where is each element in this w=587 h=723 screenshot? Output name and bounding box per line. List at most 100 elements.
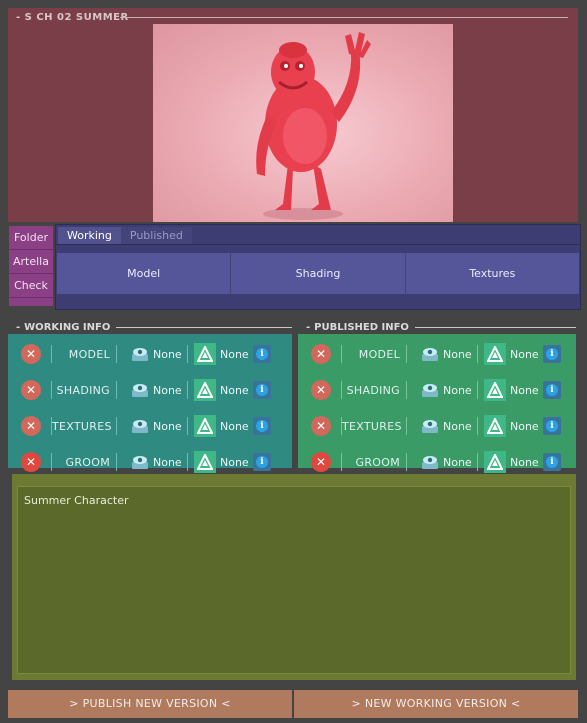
artella-icon[interactable] xyxy=(194,379,216,401)
close-icon[interactable]: ✕ xyxy=(311,452,331,472)
row-label: SHADING xyxy=(346,383,400,397)
artella-value: None xyxy=(510,419,539,433)
eye-icon[interactable] xyxy=(131,454,149,470)
category-button-row: Model Shading Textures xyxy=(57,253,579,294)
artella-icon[interactable] xyxy=(484,343,506,365)
working-info-panel: - WORKING INFO ✕ MODEL None None i ✕ SHADING No… xyxy=(8,320,292,473)
row-label: GROOM xyxy=(65,455,110,469)
row-divider xyxy=(116,381,117,399)
close-icon[interactable]: ✕ xyxy=(21,416,41,436)
notes-panel: Summer Character xyxy=(12,474,576,680)
side-tab-bar: Folder Artella Check xyxy=(9,226,53,306)
row-divider xyxy=(406,381,407,399)
textures-button[interactable]: Textures xyxy=(406,253,579,294)
artella-icon[interactable] xyxy=(194,343,216,365)
close-icon[interactable]: ✕ xyxy=(21,380,41,400)
notes-text: Summer Character xyxy=(24,494,129,507)
working-info-header: - WORKING INFO xyxy=(8,320,292,334)
info-icon[interactable]: i xyxy=(543,345,561,363)
info-row: ✕ GROOM None None i xyxy=(298,448,561,476)
eye-icon[interactable] xyxy=(421,418,439,434)
row-label: TEXTURES xyxy=(342,419,402,433)
working-info-title: WORKING INFO xyxy=(24,321,111,333)
row-label: MODEL xyxy=(358,347,400,361)
row-divider xyxy=(406,453,407,471)
row-divider xyxy=(477,381,478,399)
shading-button[interactable]: Shading xyxy=(231,253,406,294)
artella-value: None xyxy=(510,455,539,469)
eye-value: None xyxy=(443,419,472,433)
eye-icon[interactable] xyxy=(131,382,149,398)
row-divider xyxy=(116,453,117,471)
artella-icon[interactable] xyxy=(484,415,506,437)
info-icon[interactable]: i xyxy=(543,417,561,435)
row-label: TEXTURES xyxy=(52,419,112,433)
row-label: GROOM xyxy=(355,455,400,469)
info-row: ✕ GROOM None None i xyxy=(8,448,271,476)
side-tab-check[interactable]: Check xyxy=(9,274,53,298)
artella-icon[interactable] xyxy=(194,451,216,473)
row-divider xyxy=(477,417,478,435)
close-icon[interactable]: ✕ xyxy=(21,452,41,472)
info-row: ✕ SHADING None None i xyxy=(8,376,271,404)
eye-value: None xyxy=(153,347,182,361)
info-icon[interactable]: i xyxy=(543,381,561,399)
artella-value: None xyxy=(510,347,539,361)
info-row: ✕ MODEL None None i xyxy=(8,340,271,368)
new-working-version-button[interactable]: > NEW WORKING VERSION < xyxy=(294,690,578,718)
info-icon[interactable]: i xyxy=(253,417,271,435)
row-divider xyxy=(187,381,188,399)
info-icon[interactable]: i xyxy=(253,381,271,399)
info-row: ✕ TEXTURES None None i xyxy=(8,412,271,440)
info-row: ✕ TEXTURES None None i xyxy=(298,412,561,440)
info-icon[interactable]: i xyxy=(253,345,271,363)
eye-value: None xyxy=(153,383,182,397)
close-icon[interactable]: ✕ xyxy=(311,416,331,436)
row-divider xyxy=(187,453,188,471)
artella-value: None xyxy=(220,347,249,361)
eye-icon[interactable] xyxy=(131,418,149,434)
eye-icon[interactable] xyxy=(131,346,149,362)
notes-text-area[interactable]: Summer Character xyxy=(17,486,571,674)
tab-working[interactable]: Working xyxy=(58,227,121,244)
version-tabs-panel: Working Published Model Shading Textures xyxy=(55,224,581,310)
close-icon[interactable]: ✕ xyxy=(21,344,41,364)
row-divider xyxy=(187,417,188,435)
info-row: ✕ MODEL None None i xyxy=(298,340,561,368)
row-divider xyxy=(187,345,188,363)
publish-new-version-button[interactable]: > PUBLISH NEW VERSION < xyxy=(8,690,292,718)
tab-published[interactable]: Published xyxy=(120,227,192,244)
row-divider xyxy=(116,417,117,435)
footer-actions: > PUBLISH NEW VERSION < > NEW WORKING VE… xyxy=(8,690,578,718)
info-row: ✕ SHADING None None i xyxy=(298,376,561,404)
eye-icon[interactable] xyxy=(421,346,439,362)
row-divider xyxy=(406,345,407,363)
close-icon[interactable]: ✕ xyxy=(311,344,331,364)
close-icon[interactable]: ✕ xyxy=(311,380,331,400)
artella-icon[interactable] xyxy=(194,415,216,437)
row-label: SHADING xyxy=(56,383,110,397)
character-preview-icon xyxy=(256,32,371,220)
info-icon[interactable]: i xyxy=(253,453,271,471)
row-divider xyxy=(406,417,407,435)
side-tab-folder[interactable]: Folder xyxy=(9,226,53,250)
info-icon[interactable]: i xyxy=(543,453,561,471)
asset-preview-image xyxy=(153,24,453,222)
eye-icon[interactable] xyxy=(421,454,439,470)
artella-icon[interactable] xyxy=(484,451,506,473)
row-divider xyxy=(477,453,478,471)
artella-value: None xyxy=(220,383,249,397)
published-info-header: - PUBLISHED INFO xyxy=(298,320,576,334)
eye-value: None xyxy=(153,455,182,469)
eye-value: None xyxy=(443,455,472,469)
model-button[interactable]: Model xyxy=(57,253,232,294)
artella-value: None xyxy=(510,383,539,397)
row-label: MODEL xyxy=(68,347,110,361)
tab-bar: Working Published xyxy=(56,225,580,245)
row-divider xyxy=(477,345,478,363)
side-tab-artella[interactable]: Artella xyxy=(9,250,53,274)
eye-icon[interactable] xyxy=(421,382,439,398)
published-info-title: PUBLISHED INFO xyxy=(314,321,409,333)
artella-icon[interactable] xyxy=(484,379,506,401)
eye-value: None xyxy=(443,383,472,397)
